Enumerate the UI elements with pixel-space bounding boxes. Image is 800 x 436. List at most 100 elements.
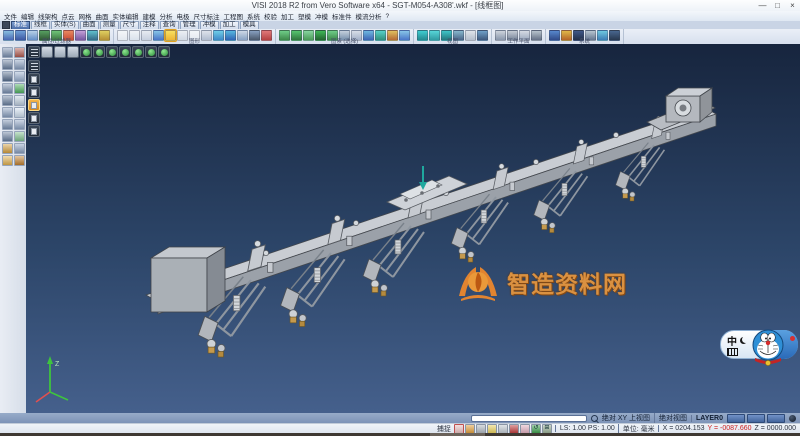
toolbox-tool-icon-18[interactable] <box>14 143 25 154</box>
toolbox-tool-icon-5[interactable] <box>2 71 13 82</box>
snap-tool-icon-7[interactable] <box>519 423 530 434</box>
menu-item-13[interactable]: 系统 <box>247 11 260 21</box>
menu-item-4[interactable]: 点云 <box>62 11 75 21</box>
ribbon-tool-icon-3-10[interactable] <box>387 29 398 41</box>
toolbox-tool-icon-16[interactable] <box>14 131 25 142</box>
viewport-toolbar-button-11[interactable] <box>158 46 170 58</box>
layer-quick-button-3[interactable] <box>767 413 785 423</box>
snap-tool-icon-3[interactable] <box>475 423 486 434</box>
ribbon-tool-icon-5-1[interactable] <box>495 29 506 41</box>
ribbon-tool-icon-2-2[interactable] <box>129 29 140 41</box>
menu-item-3[interactable]: 线架构 <box>38 11 58 21</box>
ribbon-tool-icon-1-1[interactable] <box>3 29 14 41</box>
toolbar-collapse-button[interactable] <box>2 21 10 29</box>
viewport-sidebar-button-2[interactable] <box>28 73 40 85</box>
toolbox-tool-icon-9[interactable] <box>2 95 13 106</box>
ribbon-tool-icon-2-3[interactable] <box>141 29 152 41</box>
toolbox-tool-icon-6[interactable] <box>14 71 25 82</box>
toolbox-tool-icon-15[interactable] <box>2 131 13 142</box>
menu-item-1[interactable]: 文件 <box>4 11 17 21</box>
ribbon-tool-icon-6-6[interactable] <box>609 29 620 41</box>
viewport-sidebar-button-6[interactable] <box>28 125 40 137</box>
ime-mode-label[interactable]: 中 <box>727 333 737 348</box>
toolbox-tool-icon-10[interactable] <box>14 95 25 106</box>
ribbon-tool-icon-4-2[interactable] <box>429 29 440 41</box>
coordinate-mode-indicator[interactable]: 绝对视图 <box>654 413 687 423</box>
ribbon-tool-icon-1-9[interactable] <box>99 29 110 41</box>
ribbon-tool-icon-6-5[interactable] <box>597 29 608 41</box>
menu-item-17[interactable]: 冲模 <box>315 11 328 21</box>
menu-item-5[interactable]: 网格 <box>79 11 92 21</box>
viewport-toolbar-button-2[interactable] <box>41 46 53 58</box>
close-button[interactable]: × <box>785 0 800 11</box>
menu-item-14[interactable]: 校验 <box>264 11 277 21</box>
snap-tool-icon-6[interactable] <box>508 423 519 434</box>
snap-tool-icon-2[interactable] <box>464 423 475 434</box>
toolbox-tool-icon-11[interactable] <box>2 107 13 118</box>
menu-item-2[interactable]: 编辑 <box>21 11 34 21</box>
layer-quick-button-1[interactable] <box>727 413 745 423</box>
ime-toolbar[interactable]: 中 <box>720 327 798 368</box>
quick-search-input[interactable] <box>470 414 587 422</box>
ribbon-tool-icon-3-1[interactable] <box>279 29 290 41</box>
toolbox-tool-icon-19[interactable] <box>2 155 13 166</box>
snap-tool-icon-1[interactable] <box>453 423 464 434</box>
ribbon-tool-icon-2-6[interactable] <box>177 29 188 41</box>
toolbox-tool-icon-14[interactable] <box>14 119 25 130</box>
ribbon-tool-icon-3-2[interactable] <box>291 29 302 41</box>
viewport-toolbar-button-4[interactable] <box>67 46 79 58</box>
toolbox-tool-icon-17[interactable] <box>2 143 13 154</box>
menu-item-19[interactable]: 模流分析 <box>356 11 382 21</box>
ribbon-tool-icon-1-3[interactable] <box>27 29 38 41</box>
viewport-sidebar-button-4[interactable] <box>28 99 40 111</box>
menu-item-10[interactable]: 电极 <box>177 11 190 21</box>
menu-item-15[interactable]: 加工 <box>281 11 294 21</box>
viewport-sidebar-button-3[interactable] <box>28 86 40 98</box>
toolbox-tool-icon-12[interactable] <box>14 107 25 118</box>
viewport-toolbar-button-10[interactable] <box>145 46 157 58</box>
menu-item-20[interactable]: ? <box>386 13 390 20</box>
ribbon-tool-icon-1-7[interactable] <box>75 29 86 41</box>
menu-item-12[interactable]: 工程图 <box>224 11 244 21</box>
ribbon-tool-icon-4-1[interactable] <box>417 29 428 41</box>
toolbox-tool-icon-8[interactable] <box>14 83 25 94</box>
ribbon-tool-icon-3-8[interactable] <box>363 29 374 41</box>
viewport-toolbar-button-1[interactable] <box>28 46 40 58</box>
layer-quick-button-2[interactable] <box>747 413 765 423</box>
ribbon-tool-icon-3-11[interactable] <box>399 29 410 41</box>
viewport-3d[interactable]: Z 智造资料网 中 <box>26 44 800 413</box>
moon-icon[interactable] <box>742 336 749 343</box>
ribbon-tool-icon-2-9[interactable] <box>213 29 224 41</box>
snap-tool-icon-5[interactable] <box>497 423 508 434</box>
ribbon-tool-icon-6-2[interactable] <box>561 29 572 41</box>
menu-item-16[interactable]: 塑模 <box>298 11 311 21</box>
toolbox-tool-icon-4[interactable] <box>14 59 25 70</box>
menu-item-6[interactable]: 曲面 <box>96 11 109 21</box>
ribbon-tool-icon-2-10[interactable] <box>225 29 236 41</box>
keyboard-icon[interactable] <box>727 348 738 356</box>
maximize-button[interactable]: □ <box>770 0 785 11</box>
snap-tool-icon-4[interactable] <box>486 423 497 434</box>
active-layer-indicator[interactable]: LAYER0 <box>691 414 723 422</box>
ribbon-tool-icon-4-6[interactable] <box>477 29 488 41</box>
menu-item-8[interactable]: 建模 <box>143 11 156 21</box>
ribbon-tool-icon-4-5[interactable] <box>465 29 476 41</box>
menu-item-18[interactable]: 标准件 <box>332 11 352 21</box>
toolbox-tool-icon-1[interactable] <box>2 47 13 58</box>
toolbox-tool-icon-20[interactable] <box>14 155 25 166</box>
ribbon-tool-icon-3-4[interactable] <box>315 29 326 41</box>
ribbon-tool-icon-2-12[interactable] <box>249 29 260 41</box>
viewport-toolbar-button-3[interactable] <box>54 46 66 58</box>
toolbox-tool-icon-13[interactable] <box>2 119 13 130</box>
ribbon-tool-icon-2-13[interactable] <box>261 29 272 41</box>
ribbon-tool-icon-3-3[interactable] <box>303 29 314 41</box>
viewport-toolbar-button-5[interactable] <box>80 46 92 58</box>
toolbox-tool-icon-2[interactable] <box>14 47 25 58</box>
snap-tool-icon-9[interactable]: ⊞ <box>541 423 552 434</box>
ribbon-tool-icon-2-8[interactable] <box>201 29 212 41</box>
render-mode-icon[interactable] <box>789 414 796 422</box>
ribbon-tool-icon-2-5[interactable] <box>164 28 177 42</box>
menu-item-11[interactable]: 尺寸标注 <box>194 11 220 21</box>
viewport-toolbar-button-6[interactable] <box>93 46 105 58</box>
viewport-sidebar-button-5[interactable] <box>28 112 40 124</box>
